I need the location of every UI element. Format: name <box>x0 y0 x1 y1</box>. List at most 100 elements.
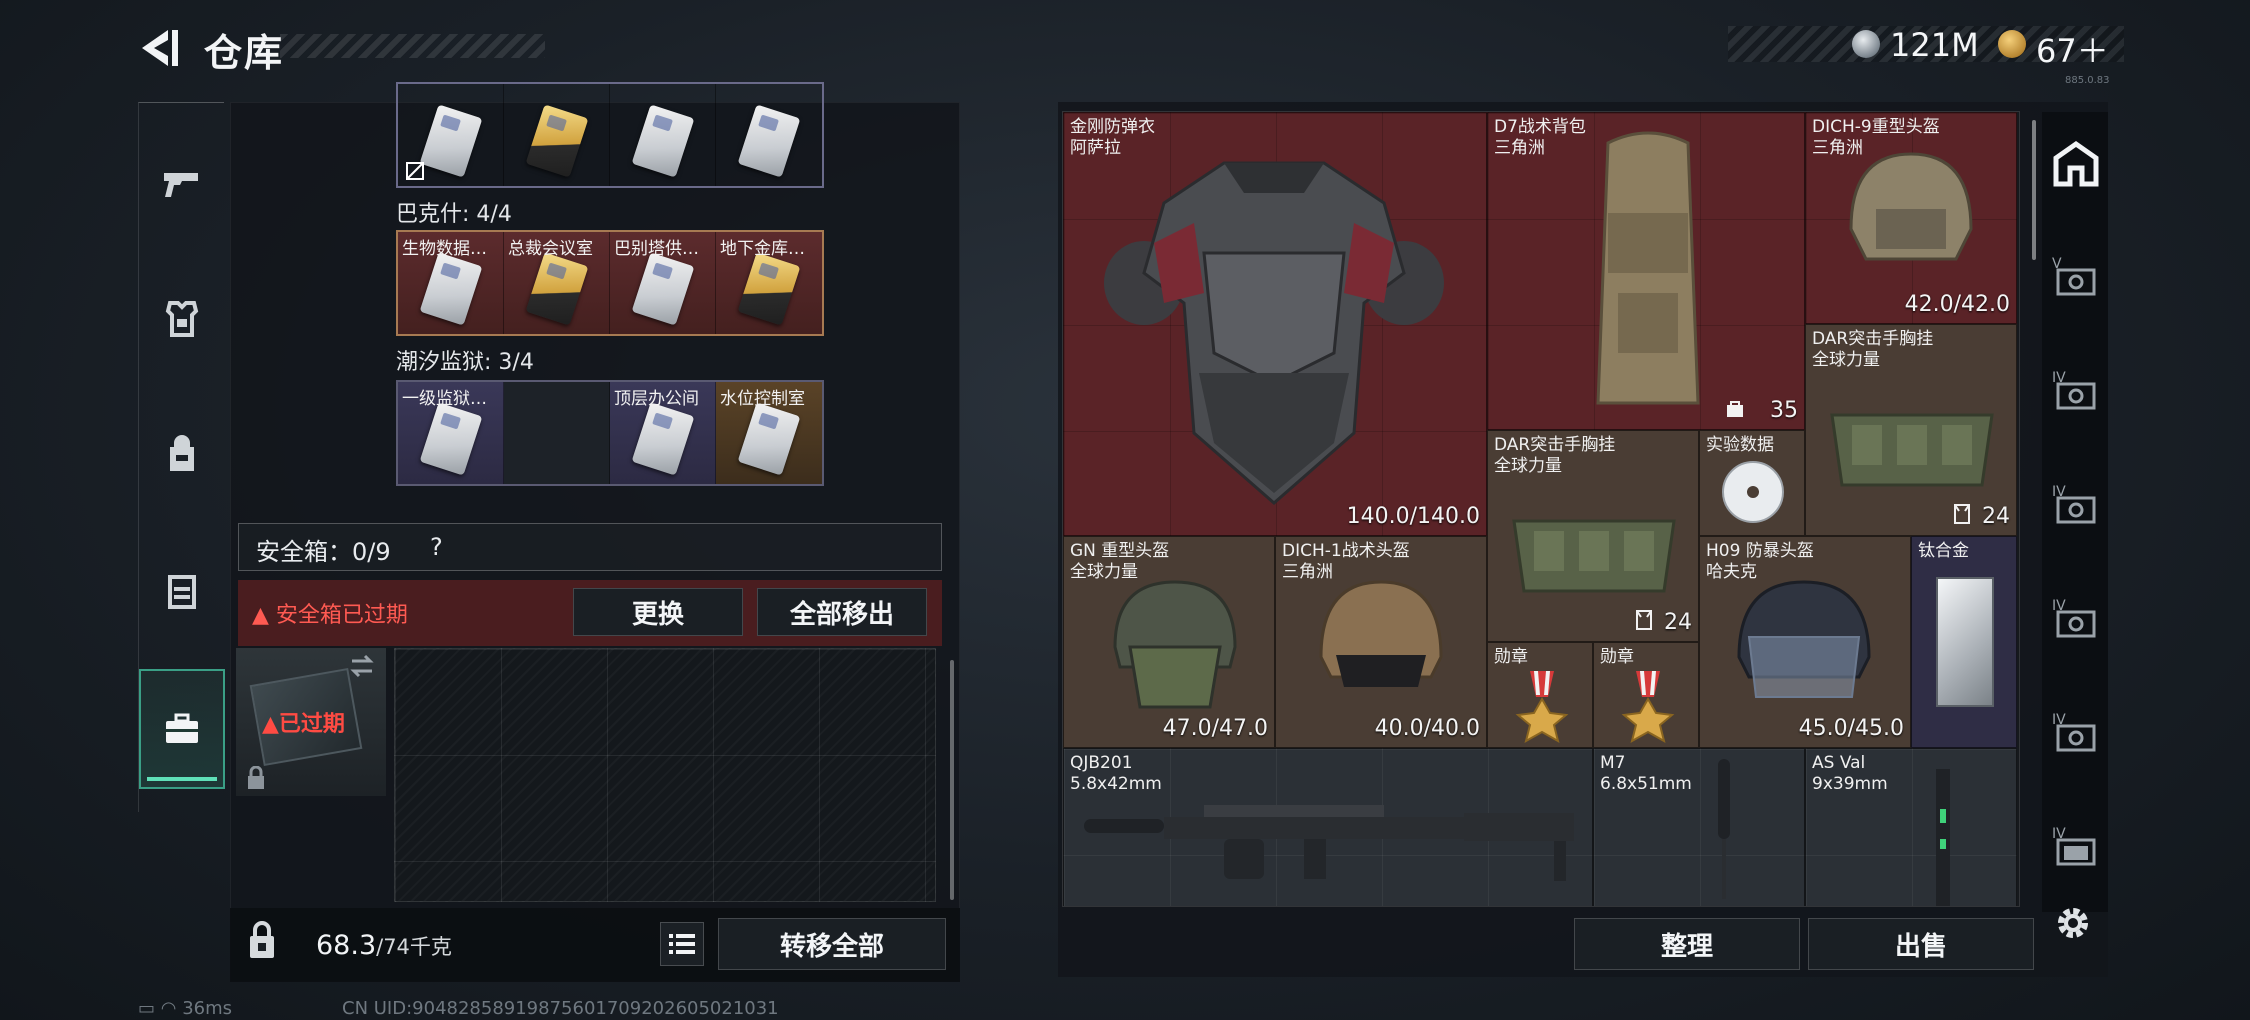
keycard-slot[interactable]: 巴别塔供… <box>610 232 716 334</box>
safe-box-grid[interactable] <box>394 648 936 902</box>
keycard-icon <box>419 402 483 476</box>
keycard-slot-empty[interactable] <box>504 382 610 484</box>
keycard-icon <box>419 104 483 178</box>
left-scrollbar[interactable] <box>950 660 954 900</box>
inventory-item-helmet[interactable]: DICH-1战术头盔 三角洲 40.0/40.0 <box>1275 536 1487 748</box>
transfer-all-button[interactable]: 转移全部 <box>718 918 946 970</box>
keycard-slot[interactable]: 水位控制室 <box>716 382 822 484</box>
keycard-icon <box>525 252 589 326</box>
rail-tab-armor[interactable] <box>139 259 225 379</box>
item-caliber: 5.8x42mm <box>1070 774 1162 794</box>
chest-rig-art <box>1512 519 1676 593</box>
inventory-item-weapon[interactable]: M7 6.8x51mm <box>1593 748 1805 906</box>
inventory-item-helmet[interactable]: DICH-9重型头盔 三角洲 42.0/42.0 <box>1805 112 2017 324</box>
case-tier-iv-icon[interactable]: IV <box>2050 366 2102 418</box>
swap-icon[interactable] <box>348 654 376 678</box>
tickets-value[interactable]: 67＋ <box>2036 26 2109 72</box>
item-name: DICH-1战术头盔 <box>1282 541 1410 561</box>
keycard-slot[interactable]: 生物数据… <box>398 232 504 334</box>
inventory-item-body-armor[interactable]: 金刚防弹衣 阿萨拉 140.0/140.0 <box>1063 112 1487 536</box>
keycard-slot[interactable]: 顶层办公间 <box>610 382 716 484</box>
item-origin: 全球力量 <box>1812 350 1880 370</box>
inventory-scrollbar[interactable] <box>2032 120 2036 260</box>
inventory-item-backpack[interactable]: D7战术背包 三角洲 35 <box>1487 112 1805 430</box>
machine-gun-art <box>1084 805 1574 881</box>
inventory-item-helmet[interactable]: H09 防暴头盔 哈夫克 45.0/45.0 <box>1699 536 1911 748</box>
item-name: QJB201 <box>1070 753 1133 773</box>
keycard-slot[interactable] <box>398 84 504 186</box>
pistol-icon <box>164 173 198 197</box>
item-durability: 40.0/40.0 <box>1374 716 1480 741</box>
body-armor-art <box>1104 161 1444 505</box>
keycard-slot[interactable] <box>504 84 610 186</box>
rail-tab-weapons[interactable] <box>139 123 225 243</box>
organize-button[interactable]: 整理 <box>1574 918 1800 970</box>
back-arrow-icon[interactable] <box>138 26 182 70</box>
rail-tab-backpack[interactable] <box>139 395 225 515</box>
inventory-item-medal[interactable]: 勋章 <box>1593 642 1699 748</box>
keycard-slot[interactable] <box>610 84 716 186</box>
case-tier-v-icon[interactable]: V <box>2050 252 2102 304</box>
page-title: 仓库 <box>204 31 285 75</box>
item-origin: 三角洲 <box>1494 138 1545 158</box>
inventory-item-chest-rig[interactable]: DAR突击手胸挂 全球力量 24 <box>1805 324 2017 536</box>
keycard-icon <box>525 104 589 178</box>
keycard-label: 水位控制室 <box>720 389 805 409</box>
title-decoration <box>280 34 545 58</box>
rail-tab-safe-box[interactable] <box>139 669 225 789</box>
keycard-group-title: 潮汐监狱: 3/4 <box>396 350 534 375</box>
suppressor-art <box>1718 759 1730 899</box>
inventory-grid[interactable]: 金刚防弹衣 阿萨拉 140.0/140.0 D7战术背包 三角洲 35 DICH… <box>1062 111 2020 907</box>
helmet-art <box>1737 580 1871 698</box>
inventory-item-weapon[interactable]: AS Val 9x39mm <box>1805 748 2017 906</box>
item-name: 勋章 <box>1600 647 1634 667</box>
case-tier-iv-icon[interactable]: IV <box>2050 708 2102 760</box>
move-all-out-button[interactable]: 全部移出 <box>757 588 927 636</box>
keycard-label: 顶层办公间 <box>614 389 699 409</box>
item-durability: 45.0/45.0 <box>1798 716 1904 741</box>
item-name: M7 <box>1600 753 1626 773</box>
keycard-slot[interactable]: 地下金库… <box>716 232 822 334</box>
sell-button[interactable]: 出售 <box>1808 918 2034 970</box>
backpack-art <box>1596 131 1700 405</box>
keycard-slot[interactable] <box>716 84 822 186</box>
keycard-row-0 <box>396 82 824 188</box>
settings-gear-icon[interactable] <box>2052 902 2094 944</box>
case-tier-iv-icon[interactable]: IV <box>2050 594 2102 646</box>
inventory-item-data-disc[interactable]: 实验数据 <box>1699 430 1805 536</box>
case-tier-iv-icon[interactable]: IV <box>2050 480 2102 532</box>
keycard-icon <box>737 402 801 476</box>
inventory-item-medal[interactable]: 勋章 <box>1487 642 1593 748</box>
helmet-art <box>1319 580 1443 687</box>
keycard-label: 巴别塔供… <box>614 239 699 259</box>
list-view-button[interactable] <box>660 922 704 966</box>
item-name: D7战术背包 <box>1494 117 1586 137</box>
rifle-art <box>1936 769 1950 906</box>
chest-rig-art <box>1830 413 1994 487</box>
inventory-item-titanium[interactable]: 钛合金 <box>1911 536 2017 748</box>
item-durability: 47.0/47.0 <box>1162 716 1268 741</box>
keycard-slot[interactable]: 一级监狱… <box>398 382 504 484</box>
device-status: ▭ ◠ 36ms <box>138 998 232 1019</box>
silver-coin-icon <box>1852 30 1880 58</box>
keycard-icon <box>419 252 483 326</box>
disc-icon <box>1722 461 1784 523</box>
money-value: 121M <box>1890 26 1979 64</box>
replace-button[interactable]: 更换 <box>573 588 743 636</box>
item-origin: 全球力量 <box>1494 456 1562 476</box>
medal-icon <box>1515 671 1569 743</box>
inventory-item-chest-rig[interactable]: DAR突击手胸挂 全球力量 24 <box>1487 430 1699 642</box>
item-capacity: 24 <box>1982 504 2010 529</box>
battery-icon: ▭ <box>138 998 156 1019</box>
inventory-item-helmet[interactable]: GN 重型头盔 全球力量 47.0/47.0 <box>1063 536 1275 748</box>
rail-tab-chest-rig[interactable] <box>139 531 225 651</box>
help-button[interactable]: ? <box>430 533 443 561</box>
inventory-item-weapon[interactable]: QJB201 5.8x42mm <box>1063 748 1593 906</box>
backpack-icon <box>170 435 194 471</box>
home-icon[interactable] <box>2050 138 2102 190</box>
case-tier-iv-icon[interactable]: IV <box>2050 822 2102 874</box>
uid-text: CN UID:904828589198756017092026050210​31 <box>342 998 779 1019</box>
weight-limit: /74千克 <box>376 935 452 959</box>
item-durability: 140.0/140.0 <box>1346 504 1480 529</box>
keycard-slot[interactable]: 总裁会议室 <box>504 232 610 334</box>
